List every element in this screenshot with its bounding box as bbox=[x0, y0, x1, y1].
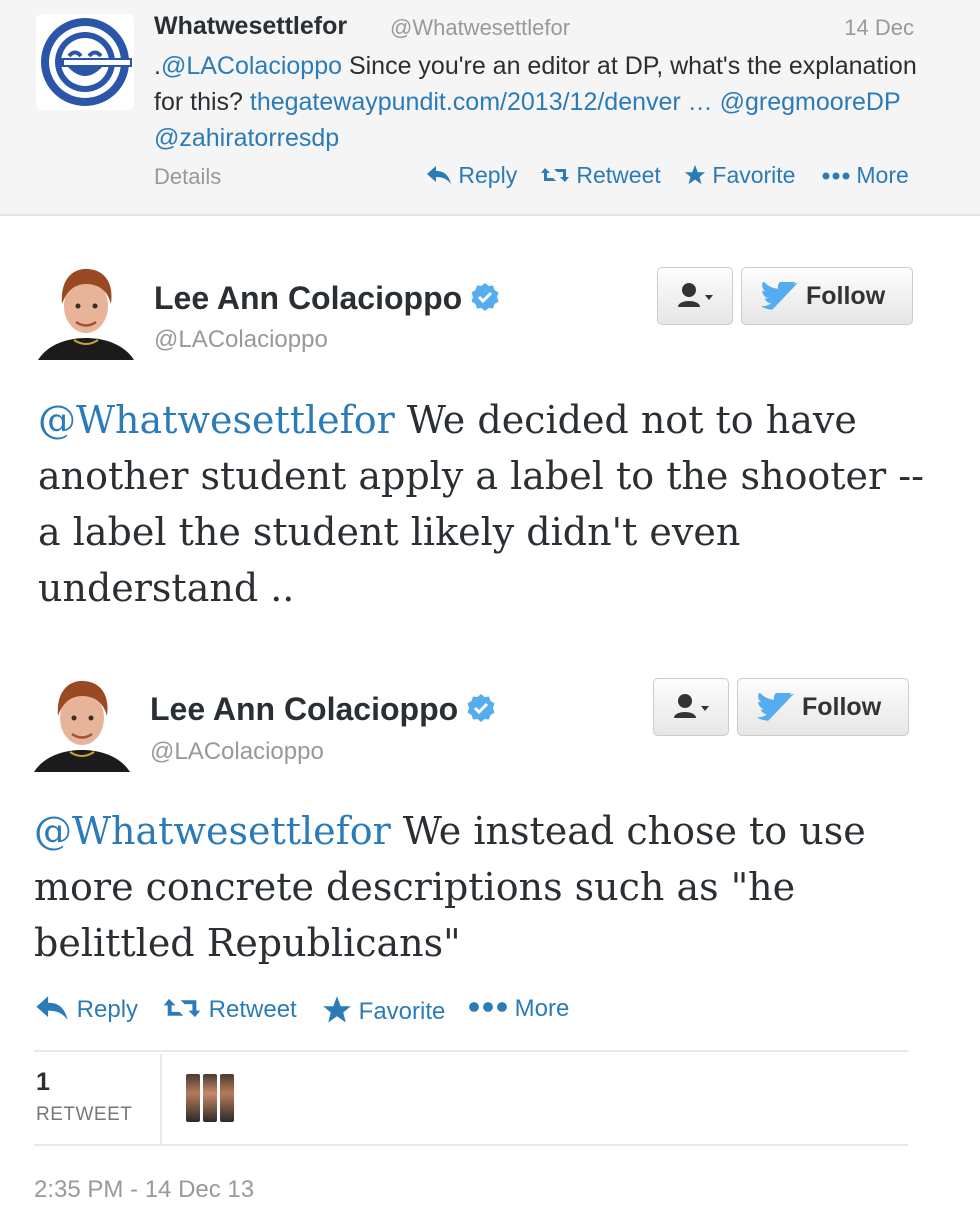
url-link[interactable]: thegatewaypundit.com/2013/12/denver … bbox=[250, 88, 713, 116]
user-actions-button[interactable] bbox=[653, 678, 729, 736]
retweeter-avatar[interactable] bbox=[220, 1074, 234, 1122]
avatar-lee-ann[interactable] bbox=[38, 264, 134, 360]
more-dots-icon bbox=[469, 1002, 507, 1012]
more-label: More bbox=[514, 995, 570, 1022]
divider bbox=[160, 1054, 162, 1144]
retweet-icon bbox=[163, 998, 201, 1018]
details-link[interactable]: Details bbox=[154, 164, 221, 190]
laughing-man-logo-icon bbox=[41, 18, 132, 106]
reply-button[interactable]: Reply bbox=[426, 162, 517, 189]
favorite-button[interactable]: Favorite bbox=[684, 162, 795, 189]
reply-icon bbox=[427, 166, 451, 184]
mention-link[interactable]: @Whatwesettlefor bbox=[38, 398, 395, 442]
retweet-icon bbox=[541, 168, 569, 182]
retweet-button[interactable]: Retweet bbox=[540, 162, 661, 189]
reply-label: Reply bbox=[76, 996, 139, 1023]
author-handle[interactable]: @LAColacioppo bbox=[154, 326, 328, 354]
tweet-date[interactable]: 14 Dec bbox=[844, 15, 914, 41]
star-icon bbox=[684, 164, 706, 185]
verified-badge-icon bbox=[467, 694, 495, 722]
author-handle[interactable]: @Whatwesettlefor bbox=[390, 15, 570, 41]
retweet-label: Retweet bbox=[576, 162, 661, 188]
reply-button[interactable]: Reply bbox=[34, 995, 138, 1024]
mention-link[interactable]: @LAColacioppo bbox=[161, 52, 342, 80]
favorite-button[interactable]: Favorite bbox=[322, 995, 445, 1026]
tweet-text: @Whatwesettlefor We instead chose to use… bbox=[34, 803, 934, 971]
profile-photo-icon bbox=[38, 264, 134, 360]
context-tweet: Whatwesettlefor @Whatwesettlefor 14 Dec … bbox=[0, 0, 980, 216]
star-icon bbox=[323, 996, 351, 1023]
more-dots-icon bbox=[822, 172, 850, 180]
follow-button[interactable]: Follow bbox=[741, 267, 913, 325]
author-name-text: Lee Ann Colacioppo bbox=[150, 691, 459, 727]
more-button[interactable]: More bbox=[822, 162, 909, 189]
more-button[interactable]: More bbox=[468, 995, 569, 1023]
tweet-timestamp[interactable]: 2:35 PM - 14 Dec 13 bbox=[34, 1176, 254, 1204]
profile-photo-icon bbox=[34, 676, 130, 772]
retweeter-avatar[interactable] bbox=[186, 1074, 200, 1122]
follow-label: Follow bbox=[806, 282, 886, 310]
text-prefix: . bbox=[154, 52, 161, 80]
divider bbox=[34, 1050, 908, 1052]
follow-label: Follow bbox=[802, 693, 882, 721]
more-label: More bbox=[856, 162, 909, 188]
retweeter-avatar[interactable] bbox=[203, 1074, 217, 1122]
mention-link[interactable]: @gregmooreDP bbox=[720, 88, 901, 116]
mention-link[interactable]: @zahiratorresdp bbox=[154, 124, 339, 152]
verified-badge-icon bbox=[471, 283, 499, 311]
user-dropdown-icon bbox=[678, 283, 713, 307]
user-dropdown-icon bbox=[674, 694, 709, 718]
tweet-text: @Whatwesettlefor We decided not to have … bbox=[38, 392, 938, 616]
twitter-bird-icon bbox=[756, 693, 795, 721]
retweet-count-label[interactable]: RETWEET bbox=[36, 1104, 132, 1126]
author-name[interactable]: Lee Ann Colacioppo bbox=[150, 691, 496, 728]
favorite-label: Favorite bbox=[358, 998, 446, 1025]
favorite-label: Favorite bbox=[712, 162, 796, 188]
reply-label: Reply bbox=[458, 162, 518, 188]
avatar-lee-ann[interactable] bbox=[34, 676, 130, 772]
tweet-text: .@LAColacioppo Since you're an editor at… bbox=[154, 48, 924, 156]
twitter-bird-icon bbox=[760, 282, 799, 310]
mention-link[interactable]: @Whatwesettlefor bbox=[34, 809, 391, 853]
divider bbox=[34, 1144, 908, 1146]
author-name-text: Lee Ann Colacioppo bbox=[154, 280, 463, 316]
user-actions-button[interactable] bbox=[657, 267, 733, 325]
avatar-whatwesettlefor[interactable] bbox=[36, 14, 134, 110]
author-name[interactable]: Whatwesettlefor bbox=[154, 12, 347, 41]
retweet-label: Retweet bbox=[208, 996, 297, 1023]
author-handle[interactable]: @LAColacioppo bbox=[150, 738, 324, 766]
retweet-count[interactable]: 1 bbox=[36, 1068, 50, 1097]
follow-button[interactable]: Follow bbox=[737, 678, 909, 736]
author-name[interactable]: Lee Ann Colacioppo bbox=[154, 280, 500, 317]
reply-icon bbox=[36, 996, 68, 1020]
retweet-button[interactable]: Retweet bbox=[162, 995, 297, 1024]
